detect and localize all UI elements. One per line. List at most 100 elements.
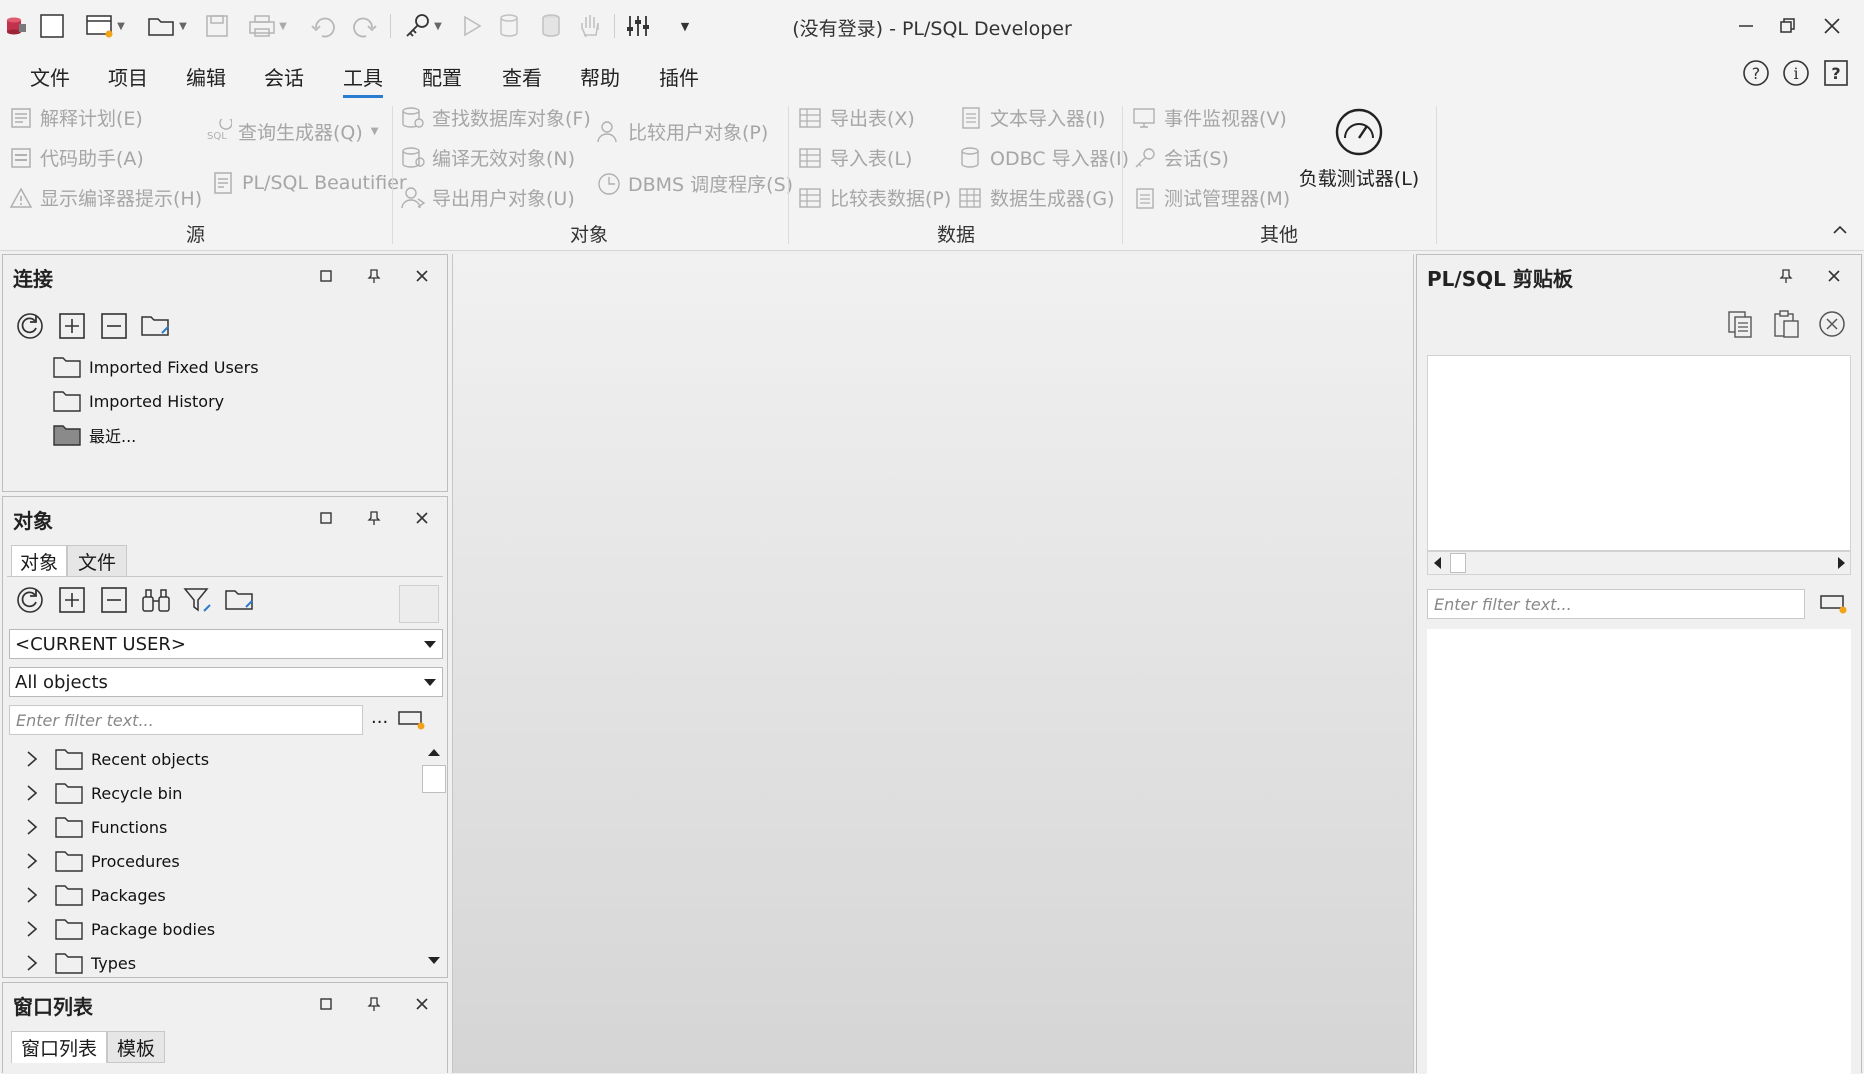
chevron-right-icon[interactable] bbox=[19, 750, 45, 768]
scroll-right-icon[interactable] bbox=[1838, 557, 1845, 569]
collapse-ribbon-icon[interactable] bbox=[1830, 220, 1852, 240]
restore-icon[interactable] bbox=[1772, 10, 1804, 42]
objects-panel: 对象 对象 文件 <CURRENT USER> All objects Ente… bbox=[2, 496, 448, 978]
tab-window-list[interactable]: 窗口列表 bbox=[11, 1031, 107, 1063]
group-separator bbox=[392, 106, 393, 244]
menu-file[interactable]: 文件 bbox=[30, 62, 70, 91]
explain-plan-button: 解释计划(E) bbox=[8, 104, 143, 131]
new-filter-icon[interactable] bbox=[397, 707, 427, 733]
tree-item[interactable]: Packages bbox=[3, 878, 166, 912]
close-icon[interactable] bbox=[1821, 263, 1847, 289]
folder-icon bbox=[55, 917, 83, 941]
close-icon[interactable] bbox=[409, 991, 435, 1017]
pin-icon[interactable] bbox=[1773, 263, 1799, 289]
odbc-importer-button: ODBC 导入器(I) bbox=[958, 144, 1129, 171]
clipboard-panel: PL/SQL 剪贴板 Enter filter text... bbox=[1416, 254, 1862, 1074]
scroll-thumb[interactable] bbox=[422, 765, 446, 793]
test-manager-button: 测试管理器(M) bbox=[1132, 184, 1290, 211]
add-icon[interactable] bbox=[55, 583, 89, 617]
sessions-button: 会话(S) bbox=[1132, 144, 1229, 171]
data-generator-icon bbox=[958, 185, 984, 211]
chevron-right-icon[interactable] bbox=[19, 886, 45, 904]
owner-select[interactable]: <CURRENT USER> bbox=[9, 629, 443, 659]
load-tester-button[interactable]: 负载测试器(L) bbox=[1299, 106, 1419, 194]
remove-icon[interactable] bbox=[97, 309, 131, 343]
find-binoculars-icon[interactable] bbox=[139, 583, 173, 617]
filter-options-button[interactable]: ... bbox=[371, 707, 388, 728]
tree-item[interactable]: Procedures bbox=[3, 844, 180, 878]
group-label-objects: 对象 bbox=[570, 224, 609, 246]
tree-item[interactable]: Imported History bbox=[3, 384, 224, 418]
menu-edit[interactable]: 编辑 bbox=[186, 62, 226, 91]
menu-view[interactable]: 查看 bbox=[502, 62, 542, 91]
close-icon[interactable] bbox=[409, 263, 435, 289]
clipboard-list[interactable] bbox=[1427, 355, 1851, 551]
tab-objects[interactable]: 对象 bbox=[11, 545, 67, 577]
chevron-right-icon[interactable] bbox=[19, 818, 45, 836]
chevron-right-icon[interactable] bbox=[19, 920, 45, 938]
info-icon[interactable]: i bbox=[1780, 57, 1812, 89]
tab-files[interactable]: 文件 bbox=[67, 545, 127, 577]
refresh-icon[interactable] bbox=[13, 309, 47, 343]
configure-folder-icon[interactable] bbox=[223, 583, 257, 617]
close-icon[interactable] bbox=[1816, 10, 1848, 42]
tree-item[interactable]: Functions bbox=[3, 810, 167, 844]
close-icon[interactable] bbox=[409, 505, 435, 531]
beautifier-icon bbox=[210, 170, 236, 196]
pin-icon[interactable] bbox=[361, 263, 387, 289]
menu-project[interactable]: 项目 bbox=[108, 62, 148, 91]
tree-item[interactable]: Types bbox=[3, 946, 136, 980]
copy-icon[interactable] bbox=[1725, 309, 1757, 339]
filter-icon[interactable] bbox=[181, 583, 215, 617]
find-db-objects-button: 查找数据库对象(F) bbox=[400, 104, 591, 131]
clipboard-filter-input[interactable]: Enter filter text... bbox=[1427, 589, 1805, 619]
scroll-down-icon[interactable] bbox=[428, 957, 440, 964]
tree-item[interactable]: Recent objects bbox=[3, 742, 209, 776]
scroll-left-icon[interactable] bbox=[1434, 557, 1441, 569]
tree-scrollbar[interactable] bbox=[421, 741, 447, 973]
plsql-beautifier-button: PL/SQL Beautifier bbox=[210, 170, 407, 196]
menu-session[interactable]: 会话 bbox=[264, 62, 304, 91]
scroll-thumb[interactable] bbox=[1450, 553, 1466, 573]
key-icon bbox=[1132, 145, 1158, 171]
menu-plugins[interactable]: 插件 bbox=[659, 62, 699, 91]
maximize-icon[interactable] bbox=[313, 263, 339, 289]
object-filter-input[interactable]: Enter filter text... bbox=[9, 705, 363, 735]
options-button[interactable] bbox=[399, 585, 439, 623]
remove-icon[interactable] bbox=[97, 583, 131, 617]
new-filter-icon[interactable] bbox=[1819, 591, 1849, 617]
pin-icon[interactable] bbox=[361, 505, 387, 531]
object-type-select[interactable]: All objects bbox=[9, 667, 443, 697]
compare-table-icon bbox=[798, 185, 824, 211]
help-icon[interactable]: ? bbox=[1740, 57, 1772, 89]
refresh-icon[interactable] bbox=[13, 583, 47, 617]
configure-folder-icon[interactable] bbox=[139, 309, 173, 343]
connections-title: 连接 bbox=[13, 267, 53, 291]
window-list-title: 窗口列表 bbox=[13, 995, 93, 1019]
maximize-icon[interactable] bbox=[313, 505, 339, 531]
sql-query-icon: SQL bbox=[206, 118, 232, 145]
connections-panel: 连接 Imported Fixed Users Imported History… bbox=[2, 254, 448, 492]
tree-item[interactable]: Package bodies bbox=[3, 912, 215, 946]
minimize-icon[interactable] bbox=[1730, 10, 1762, 42]
menu-configure[interactable]: 配置 bbox=[422, 62, 462, 91]
tree-item[interactable]: 最近... bbox=[3, 418, 136, 452]
chevron-right-icon[interactable] bbox=[19, 954, 45, 972]
paste-icon[interactable] bbox=[1771, 309, 1803, 339]
menu-tools[interactable]: 工具 bbox=[343, 62, 383, 98]
context-help-icon[interactable]: ? bbox=[1820, 57, 1852, 89]
add-icon[interactable] bbox=[55, 309, 89, 343]
chevron-right-icon[interactable] bbox=[19, 852, 45, 870]
scroll-up-icon[interactable] bbox=[428, 749, 440, 756]
pin-icon[interactable] bbox=[361, 991, 387, 1017]
tree-item[interactable]: Recycle bin bbox=[3, 776, 182, 810]
folder-icon bbox=[55, 883, 83, 907]
tab-templates[interactable]: 模板 bbox=[107, 1031, 165, 1063]
chevron-right-icon[interactable] bbox=[19, 784, 45, 802]
horizontal-scrollbar[interactable] bbox=[1427, 551, 1851, 575]
maximize-icon[interactable] bbox=[313, 991, 339, 1017]
tree-item[interactable]: Imported Fixed Users bbox=[3, 350, 259, 384]
menu-help[interactable]: 帮助 bbox=[580, 62, 620, 91]
folder-icon bbox=[55, 747, 83, 771]
clear-icon[interactable] bbox=[1817, 309, 1847, 339]
